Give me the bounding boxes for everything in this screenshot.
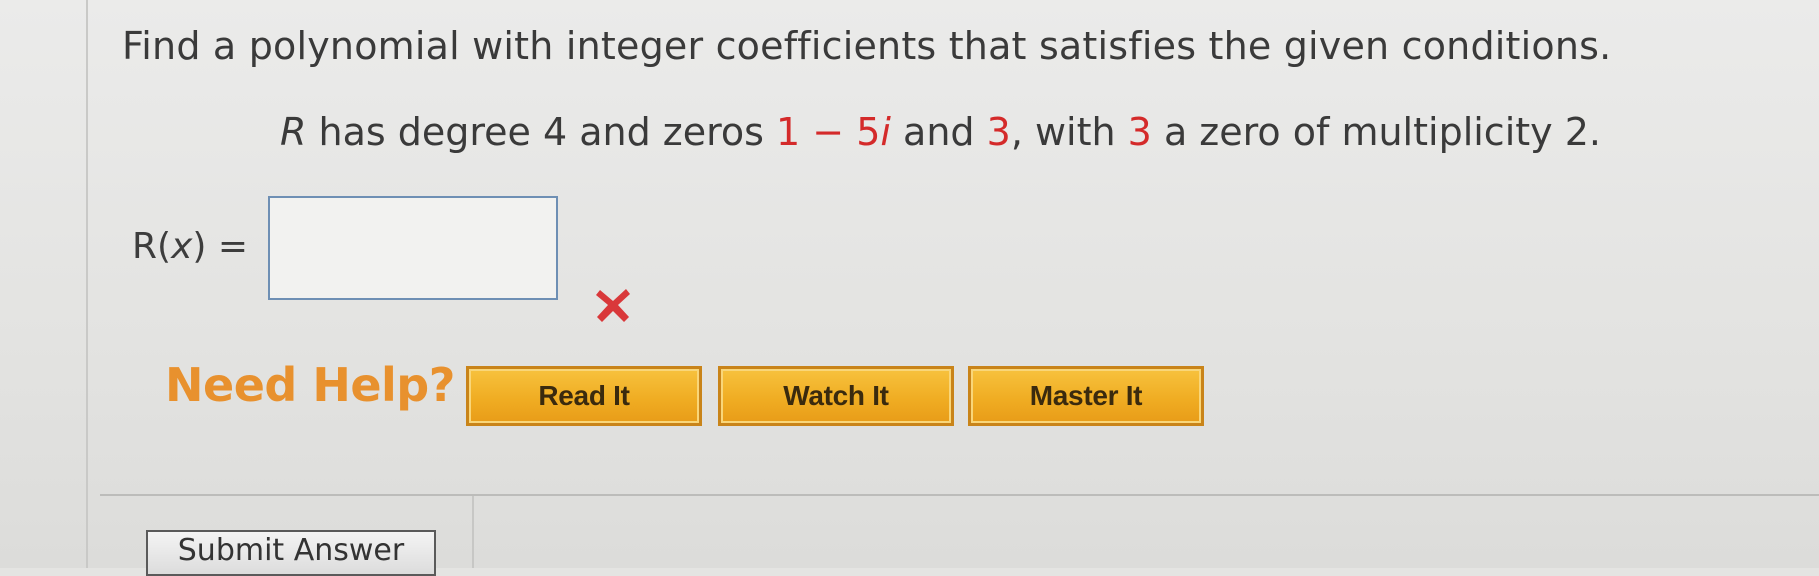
- master-it-button[interactable]: Master It: [968, 366, 1204, 426]
- condition-text-3: , with: [1010, 110, 1128, 154]
- zero-complex-imag: i: [880, 110, 891, 154]
- read-it-button[interactable]: Read It: [466, 366, 702, 426]
- submit-answer-button[interactable]: Submit Answer: [146, 530, 436, 576]
- answer-label-prefix: R(: [132, 226, 172, 267]
- condition-text-4: a zero of multiplicity 2.: [1151, 110, 1601, 154]
- need-help-label: Need Help?: [165, 358, 455, 412]
- answer-label: R(x) =: [132, 226, 248, 267]
- condition-text-2: and: [890, 110, 987, 154]
- condition-text-1: has degree 4 and zeros: [306, 110, 777, 154]
- condition-variable: R: [280, 110, 307, 154]
- red-x-icon: [596, 289, 630, 322]
- answer-label-var: x: [171, 226, 193, 267]
- footer-column-divider: [472, 496, 474, 568]
- question-condition: R has degree 4 and zeros 1 − 5i and 3, w…: [280, 110, 1601, 154]
- answer-label-suffix: ) =: [192, 226, 249, 267]
- question-instruction: Find a polynomial with integer coefficie…: [122, 24, 1612, 68]
- watch-it-button[interactable]: Watch It: [718, 366, 954, 426]
- question-page: Find a polynomial with integer coefficie…: [0, 0, 1819, 576]
- left-divider: [86, 0, 88, 568]
- zero-real: 3: [986, 110, 1011, 154]
- answer-input[interactable]: [268, 196, 558, 300]
- zero-complex-real: 1 − 5: [776, 110, 881, 154]
- footer-divider: [100, 494, 1819, 496]
- zero-multiplicity: 3: [1127, 110, 1152, 154]
